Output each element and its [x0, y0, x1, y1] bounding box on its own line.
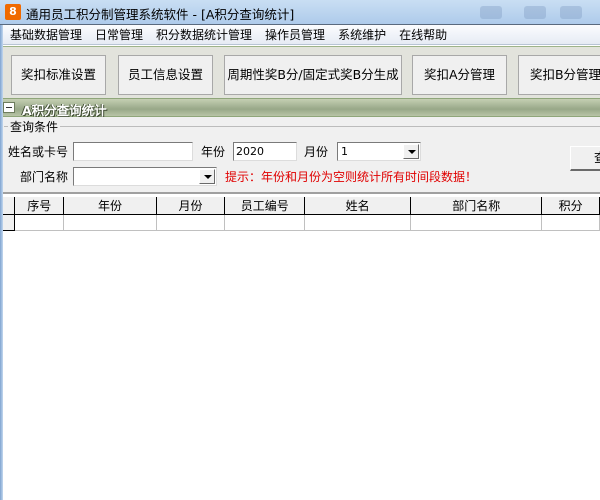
group-title: 查询条件: [8, 118, 61, 135]
department-select[interactable]: [73, 167, 217, 186]
menu-help[interactable]: 在线帮助: [393, 26, 454, 43]
cell-index[interactable]: [14, 214, 65, 231]
column-header-employee-id[interactable]: 员工编号: [224, 197, 306, 215]
chevron-down-icon[interactable]: [199, 169, 215, 184]
department-label: 部门名称: [20, 170, 69, 184]
window-left-border: [0, 25, 3, 500]
menu-bar: 基础数据管理 日常管理 积分数据统计管理 操作员管理 系统维护 在线帮助: [0, 25, 600, 45]
close-button[interactable]: [560, 6, 582, 19]
chevron-down-icon[interactable]: [403, 144, 419, 159]
table-header-row: 序号 年份 月份 员工编号 姓名 部门名称 积分: [1, 197, 600, 215]
hint-text: 提示：年份和月份为空则统计所有时间段数据！: [225, 170, 478, 184]
month-select[interactable]: 1: [337, 142, 421, 161]
b-points-manage-button[interactable]: 奖扣B分管理: [518, 55, 600, 95]
name-or-card-input[interactable]: [73, 142, 193, 161]
menu-points-stats[interactable]: 积分数据统计管理: [150, 26, 259, 43]
title-bar: 8 通用员工积分制管理系统软件 - [A积分查询统计]: [0, 0, 600, 25]
results-grid: 序号 年份 月份 员工编号 姓名 部门名称 积分: [0, 192, 600, 500]
column-header-points[interactable]: 积分: [541, 197, 600, 215]
query-button[interactable]: 查询: [570, 146, 600, 171]
year-label: 年份: [201, 145, 226, 159]
column-header-department[interactable]: 部门名称: [410, 197, 543, 215]
month-label: 月份: [304, 145, 329, 159]
row-header-corner: [1, 197, 16, 215]
cell-year[interactable]: [63, 214, 157, 231]
reward-standard-button[interactable]: 奖扣标准设置: [11, 55, 106, 95]
periodic-b-points-button[interactable]: 周期性奖B分/固定式奖B分生成: [224, 55, 402, 95]
panel-header: A积分查询统计: [0, 98, 600, 118]
maximize-button[interactable]: [524, 6, 546, 19]
column-header-month[interactable]: 月份: [155, 197, 226, 215]
employee-info-button[interactable]: 员工信息设置: [118, 55, 213, 95]
query-conditions-group: 查询条件 姓名或卡号 年份 月份 1 部门名称 提示：年份和月份为空则统计所有时…: [0, 117, 600, 192]
column-header-index[interactable]: 序号: [14, 197, 65, 215]
cell-points[interactable]: [541, 214, 600, 231]
minimize-button[interactable]: [480, 6, 502, 19]
window-title: 通用员工积分制管理系统软件 - [A积分查询统计]: [26, 7, 295, 22]
menu-system[interactable]: 系统维护: [332, 26, 393, 43]
cell-employee-id[interactable]: [224, 214, 306, 231]
cell-department[interactable]: [410, 214, 543, 231]
column-header-name[interactable]: 姓名: [304, 197, 412, 215]
year-input[interactable]: [233, 142, 297, 161]
cell-name[interactable]: [304, 214, 412, 231]
name-or-card-label: 姓名或卡号: [8, 145, 69, 159]
menu-operator[interactable]: 操作员管理: [259, 26, 332, 43]
toolbar: 奖扣标准设置 员工信息设置 周期性奖B分/固定式奖B分生成 奖扣A分管理 奖扣B…: [0, 46, 600, 98]
month-select-value: 1: [341, 145, 348, 158]
results-table: 序号 年份 月份 员工编号 姓名 部门名称 积分: [1, 197, 600, 231]
cell-month[interactable]: [156, 214, 226, 231]
app-icon: 8: [5, 4, 21, 20]
row-selector[interactable]: [1, 214, 16, 231]
table-row[interactable]: [1, 214, 600, 231]
menu-daily[interactable]: 日常管理: [89, 26, 150, 43]
group-divider: [4, 126, 600, 127]
menu-basic-data[interactable]: 基础数据管理: [4, 26, 89, 43]
minus-icon[interactable]: [3, 102, 15, 113]
column-header-year[interactable]: 年份: [63, 197, 157, 215]
a-points-manage-button[interactable]: 奖扣A分管理: [412, 55, 507, 95]
